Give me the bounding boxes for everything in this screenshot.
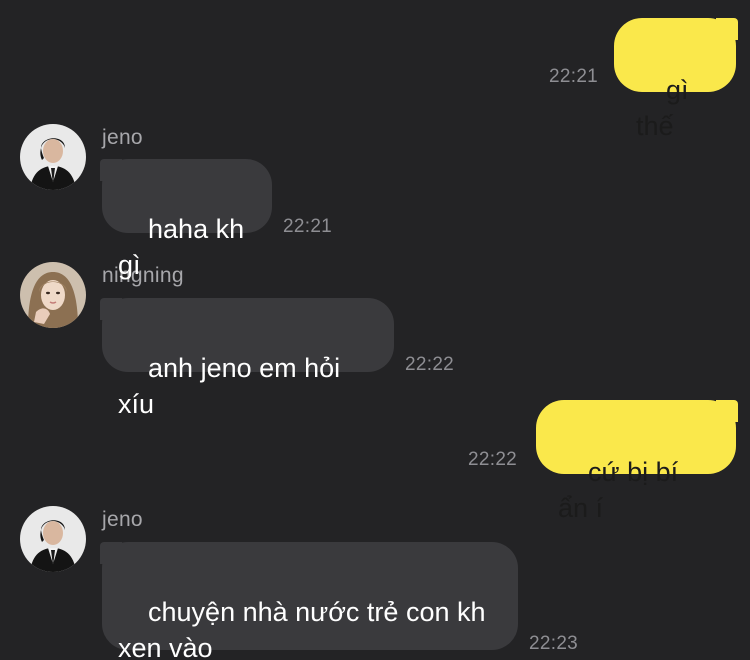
message-text: gì thế [636, 75, 697, 141]
incoming-message-bubble[interactable]: anh jeno em hỏi xíu [100, 298, 394, 419]
chat-thread[interactable]: 22:21 gì thế jeno haha kh gì 22:21 ningn… [0, 0, 750, 660]
incoming-message-bubble[interactable]: chuyện nhà nước trẻ con kh xen vào [100, 542, 518, 660]
message-timestamp: 22:23 [529, 633, 579, 654]
message-text: chuyện nhà nước trẻ con kh xen vào [118, 597, 486, 660]
jeno-avatar[interactable] [20, 506, 86, 572]
sender-name: jeno [102, 126, 143, 149]
ningning-avatar[interactable] [20, 262, 86, 328]
message-timestamp: 22:22 [468, 449, 518, 470]
message-timestamp: 22:22 [405, 354, 455, 375]
incoming-message-bubble[interactable]: haha kh gì [100, 159, 272, 280]
jeno-avatar[interactable] [20, 124, 86, 190]
sender-name: jeno [102, 508, 143, 531]
outgoing-message-bubble[interactable]: cứ bị bí ẩn í [536, 400, 738, 523]
message-text: anh jeno em hỏi xíu [118, 353, 348, 419]
sender-name: ningning [102, 264, 184, 287]
message-timestamp: 22:21 [283, 216, 333, 237]
message-text: haha kh gì [118, 214, 252, 280]
outgoing-message-bubble[interactable]: gì thế [614, 18, 738, 141]
message-text: cứ bị bí ẩn í [558, 457, 686, 523]
message-timestamp: 22:21 [549, 66, 599, 87]
